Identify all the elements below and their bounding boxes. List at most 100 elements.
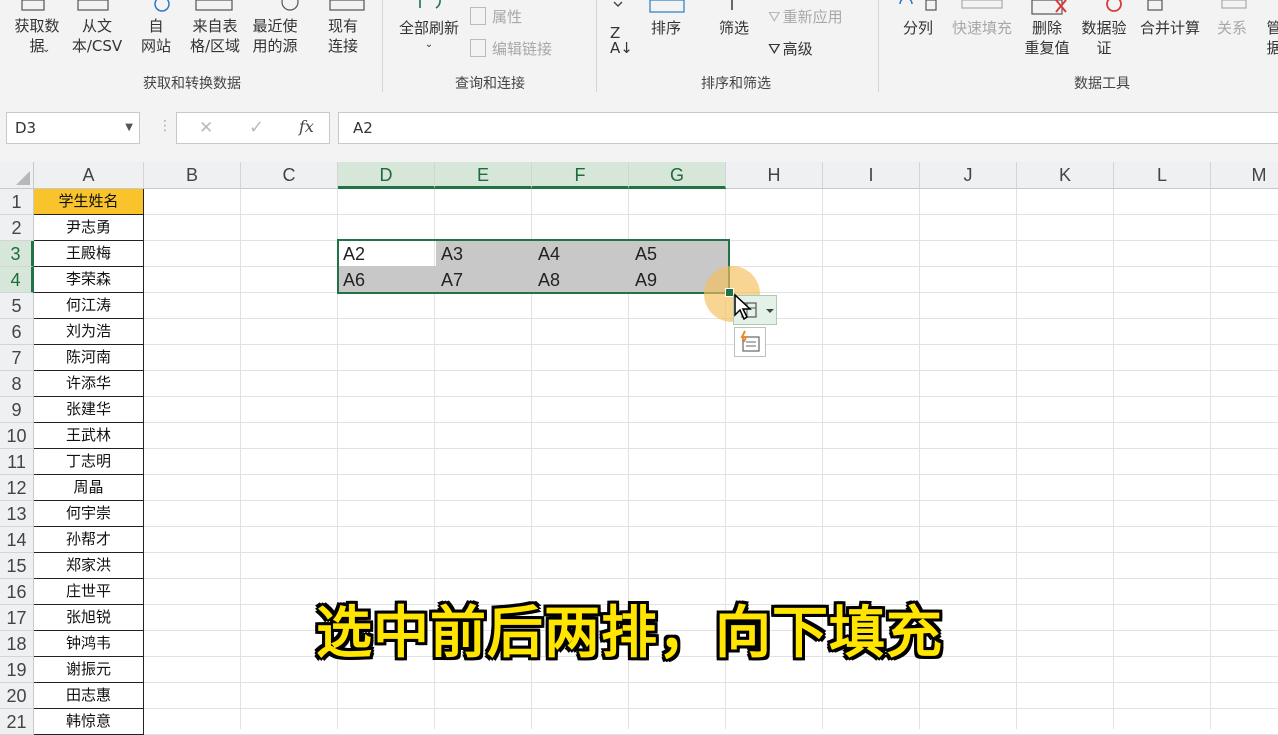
- relationships-label: 关系: [1216, 19, 1247, 37]
- column-header-A[interactable]: A: [34, 162, 144, 189]
- column-header-G[interactable]: G: [629, 162, 726, 189]
- refresh-all-button[interactable]: 全部刷新 ⌄: [392, 18, 466, 52]
- cell-D3[interactable]: A2: [338, 241, 435, 267]
- cell-A15[interactable]: 郑家洪: [34, 553, 144, 579]
- row-header-18[interactable]: 18: [0, 631, 34, 657]
- remove-duplicates-button[interactable]: 删除 重复值: [1020, 18, 1074, 58]
- row-header-5[interactable]: 5: [0, 293, 34, 319]
- cell-A7[interactable]: 陈河南: [34, 345, 144, 371]
- split-column-button[interactable]: 分列: [898, 18, 938, 38]
- cell-A19[interactable]: 谢振元: [34, 657, 144, 683]
- sort-za-icon[interactable]: Z A↓: [610, 26, 633, 56]
- row-header-6[interactable]: 6: [0, 319, 34, 345]
- formula-bar-resize-handle[interactable]: ⋮: [158, 118, 172, 134]
- column-header-M[interactable]: M: [1211, 162, 1278, 189]
- sort-button[interactable]: 排序: [648, 18, 684, 38]
- column-header-H[interactable]: H: [726, 162, 823, 189]
- flash-fill-icon: [740, 330, 760, 352]
- row-header-19[interactable]: 19: [0, 657, 34, 683]
- insert-function-icon[interactable]: fx: [299, 117, 314, 136]
- row-header-1[interactable]: 1: [0, 189, 34, 215]
- get-data-dropdown-icon[interactable]: ⌄: [42, 40, 50, 60]
- split-column-label: 分列: [902, 19, 933, 37]
- column-header-D[interactable]: D: [338, 162, 435, 189]
- cell-E3[interactable]: A3: [436, 241, 533, 267]
- row-header-16[interactable]: 16: [0, 579, 34, 605]
- flash-fill-label: 快速填充: [951, 19, 1012, 37]
- formula-input[interactable]: A2: [338, 112, 1278, 144]
- cell-A13[interactable]: 何宇崇: [34, 501, 144, 527]
- flash-fill-options-button[interactable]: [734, 327, 766, 357]
- name-box-dropdown-icon[interactable]: ▼: [125, 113, 133, 143]
- row-header-4[interactable]: 4: [0, 267, 34, 293]
- column-header-F[interactable]: F: [532, 162, 629, 189]
- row-header-2[interactable]: 2: [0, 215, 34, 241]
- cell-A20[interactable]: 田志惠: [34, 683, 144, 709]
- remove-duplicates-label: 删除 重复值: [1024, 19, 1070, 57]
- row-header-7[interactable]: 7: [0, 345, 34, 371]
- cell-A16[interactable]: 庄世平: [34, 579, 144, 605]
- header-cell-A1[interactable]: 学生姓名: [34, 189, 144, 215]
- row-header-3[interactable]: 3: [0, 241, 34, 267]
- cell-A18[interactable]: 钟鸿韦: [34, 631, 144, 657]
- advanced-filter-button[interactable]: ⛛ 高级: [768, 39, 813, 59]
- row-header-12[interactable]: 12: [0, 475, 34, 501]
- edit-links-button[interactable]: 编辑链接: [470, 39, 552, 59]
- reapply-button[interactable]: ⛛ 重新应用: [768, 7, 843, 27]
- cell-A9[interactable]: 张建华: [34, 397, 144, 423]
- data-validation-button[interactable]: 数据验 证: [1076, 18, 1132, 58]
- relationships-button[interactable]: 关系: [1212, 18, 1252, 38]
- row-header-13[interactable]: 13: [0, 501, 34, 527]
- row-header-15[interactable]: 15: [0, 553, 34, 579]
- cell-A4[interactable]: 李荣森: [34, 267, 144, 293]
- manage-data-model-button[interactable]: 管 据: [1262, 18, 1278, 58]
- cell-F3[interactable]: A4: [533, 241, 630, 267]
- cell-A10[interactable]: 王武林: [34, 423, 144, 449]
- row-header-9[interactable]: 9: [0, 397, 34, 423]
- cell-A6[interactable]: 刘为浩: [34, 319, 144, 345]
- cell-A17[interactable]: 张旭锐: [34, 605, 144, 631]
- column-header-L[interactable]: L: [1114, 162, 1211, 189]
- cell-A12[interactable]: 周晶: [34, 475, 144, 501]
- cell-D4[interactable]: A6: [338, 267, 435, 293]
- name-box[interactable]: D3 ▼: [6, 112, 140, 144]
- flash-fill-button[interactable]: 快速填充: [946, 18, 1018, 38]
- consolidate-button[interactable]: 合并计算: [1134, 18, 1206, 38]
- row-header-17[interactable]: 17: [0, 605, 34, 631]
- select-all-corner[interactable]: [0, 162, 34, 189]
- group-label-sort-filter: 排序和筛选: [701, 76, 771, 92]
- manage-label: 管 据: [1262, 18, 1278, 58]
- cell-F4[interactable]: A8: [533, 267, 630, 293]
- row-header-8[interactable]: 8: [0, 371, 34, 397]
- column-header-C[interactable]: C: [241, 162, 338, 189]
- row-header-21[interactable]: 21: [0, 709, 34, 735]
- row-header-14[interactable]: 14: [0, 527, 34, 553]
- column-header-J[interactable]: J: [920, 162, 1017, 189]
- row-header-10[interactable]: 10: [0, 423, 34, 449]
- gridline-horizontal: [144, 708, 1278, 709]
- row-header-11[interactable]: 11: [0, 449, 34, 475]
- cell-G3[interactable]: A5: [630, 241, 727, 267]
- cell-E4[interactable]: A7: [436, 267, 533, 293]
- cancel-icon[interactable]: ✕: [199, 118, 213, 138]
- cell-A2[interactable]: 尹志勇: [34, 215, 144, 241]
- cell-A3[interactable]: 王殿梅: [34, 241, 144, 267]
- gridline-horizontal: [144, 344, 1278, 345]
- data-validation-label: 数据验 证: [1081, 19, 1127, 57]
- cell-A11[interactable]: 丁志明: [34, 449, 144, 475]
- gridline-horizontal: [144, 578, 1278, 579]
- properties-button[interactable]: 属性: [470, 7, 522, 27]
- row-header-20[interactable]: 20: [0, 683, 34, 709]
- enter-icon[interactable]: ✓: [249, 117, 264, 138]
- column-header-K[interactable]: K: [1017, 162, 1114, 189]
- cell-A8[interactable]: 许添华: [34, 371, 144, 397]
- filter-button[interactable]: 筛选: [714, 18, 754, 38]
- cell-A5[interactable]: 何江涛: [34, 293, 144, 319]
- column-header-E[interactable]: E: [435, 162, 532, 189]
- column-header-B[interactable]: B: [144, 162, 241, 189]
- cell-A21[interactable]: 韩惊意: [34, 709, 144, 735]
- worksheet-grid[interactable]: ABCDEFGHIJKLM 1 2 3 4 5 6 7 8 9 10 11 12 13 14 15 16 17 1…: [0, 162, 1278, 735]
- recent-sources-label: 最近使 用的源: [252, 17, 298, 55]
- column-header-I[interactable]: I: [823, 162, 920, 189]
- cell-A14[interactable]: 孙帮才: [34, 527, 144, 553]
